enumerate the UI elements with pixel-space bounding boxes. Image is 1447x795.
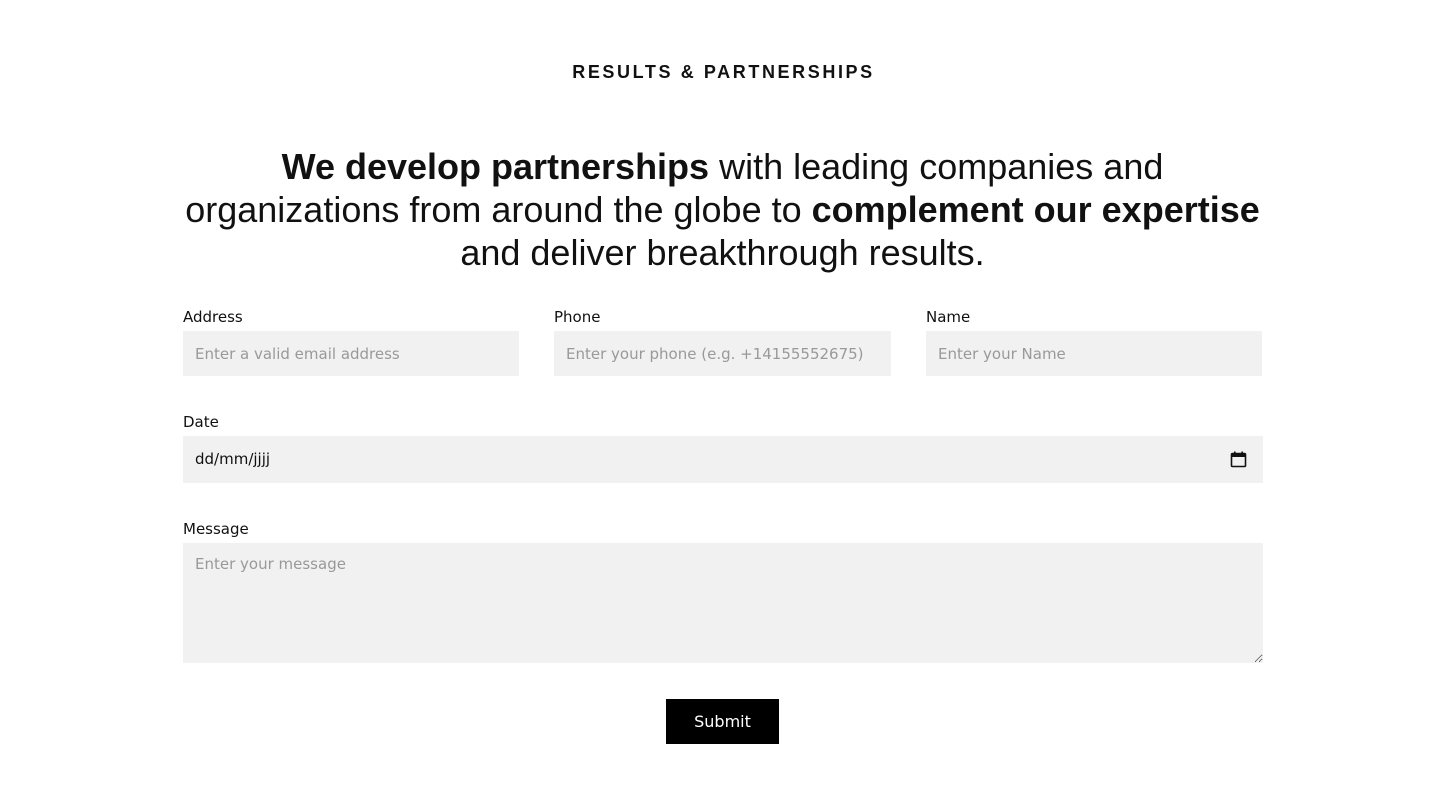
phone-input[interactable] <box>554 331 891 376</box>
contact-section: RESULTS & PARTNERSHIPS We develop partne… <box>0 0 1447 795</box>
name-input[interactable] <box>926 331 1262 376</box>
address-input[interactable] <box>183 331 519 376</box>
date-value: dd/mm/jjjj <box>195 450 271 468</box>
section-eyebrow: RESULTS & PARTNERSHIPS <box>572 62 875 82</box>
phone-label: Phone <box>554 308 601 326</box>
message-textarea[interactable] <box>183 543 1263 663</box>
message-label: Message <box>183 520 249 538</box>
calendar-icon[interactable] <box>1230 451 1247 468</box>
section-headline: We develop partnerships with leading com… <box>170 145 1275 274</box>
headline-text-2: and deliver breakthrough results. <box>460 232 985 273</box>
submit-button[interactable]: Submit <box>666 699 779 744</box>
date-label: Date <box>183 413 219 431</box>
date-input[interactable]: dd/mm/jjjj <box>183 436 1263 483</box>
name-label: Name <box>926 308 971 326</box>
headline-bold-1: We develop partnerships <box>281 146 710 187</box>
headline-bold-2: complement our expertise <box>811 189 1260 230</box>
address-label: Address <box>183 308 243 326</box>
